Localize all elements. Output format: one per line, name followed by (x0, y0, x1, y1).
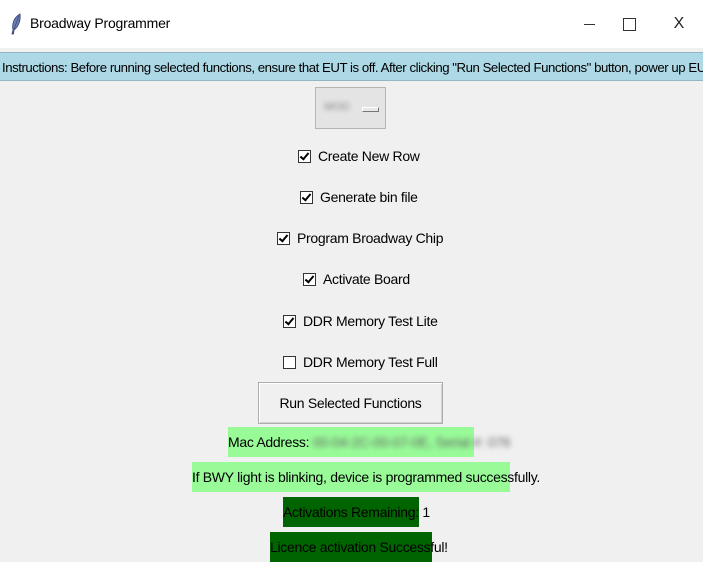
checkbox-label: Activate Board (323, 271, 410, 287)
close-icon: X (673, 15, 685, 32)
title-bar: Broadway Programmer X (0, 0, 703, 48)
run-selected-functions-button[interactable]: Run Selected Functions (258, 382, 443, 424)
feather-icon (11, 13, 21, 35)
checkbox-box[interactable] (277, 231, 290, 245)
bwy-status-message: If BWY light is blinking, device is prog… (192, 462, 540, 492)
mac-address-value: 00-04-2C-00-07-0E, Serial #: 076 (312, 434, 511, 450)
checkbox-label: DDR Memory Test Full (303, 354, 438, 370)
checkbox-box[interactable] (303, 272, 316, 286)
ddr-memory-test-full-checkbox[interactable]: DDR Memory Test Full (283, 351, 438, 373)
instructions-label: Instructions: Before running selected fu… (0, 52, 703, 81)
minimize-icon (583, 23, 595, 25)
checkbox-box[interactable] (283, 314, 296, 328)
maximize-icon (623, 17, 636, 31)
checkbox-box[interactable] (300, 190, 313, 204)
checkbox-label: Create New Row (318, 148, 420, 164)
generate-bin-file-checkbox[interactable]: Generate bin file (300, 186, 418, 208)
checkbox-label: Generate bin file (320, 189, 418, 205)
option-menu-value: MOD (324, 101, 350, 113)
activations-remaining-label: Activations Remaining: 1 (283, 497, 430, 527)
program-broadway-chip-checkbox[interactable]: Program Broadway Chip (277, 227, 444, 249)
window-title: Broadway Programmer (30, 15, 171, 31)
maximize-button[interactable] (610, 0, 656, 48)
checkbox-label: Program Broadway Chip (297, 230, 444, 246)
mac-address-caption: Mac Address: (228, 434, 310, 450)
licence-status-label: Licence activation Successful! (270, 532, 448, 562)
checkbox-box[interactable] (283, 355, 296, 369)
close-button[interactable]: X (656, 0, 702, 48)
checkbox-box[interactable] (298, 149, 311, 163)
model-option-menu[interactable]: MOD (315, 87, 386, 129)
checkbox-label: DDR Memory Test Lite (303, 313, 438, 329)
activate-board-checkbox[interactable]: Activate Board (303, 268, 410, 290)
option-menu-indicator-icon (362, 107, 379, 112)
minimize-button[interactable] (566, 0, 612, 48)
create-new-row-checkbox[interactable]: Create New Row (298, 145, 420, 167)
ddr-memory-test-lite-checkbox[interactable]: DDR Memory Test Lite (283, 310, 438, 332)
mac-address-label: Mac Address: 00-04-2C-00-07-0E, Serial #… (228, 427, 511, 457)
